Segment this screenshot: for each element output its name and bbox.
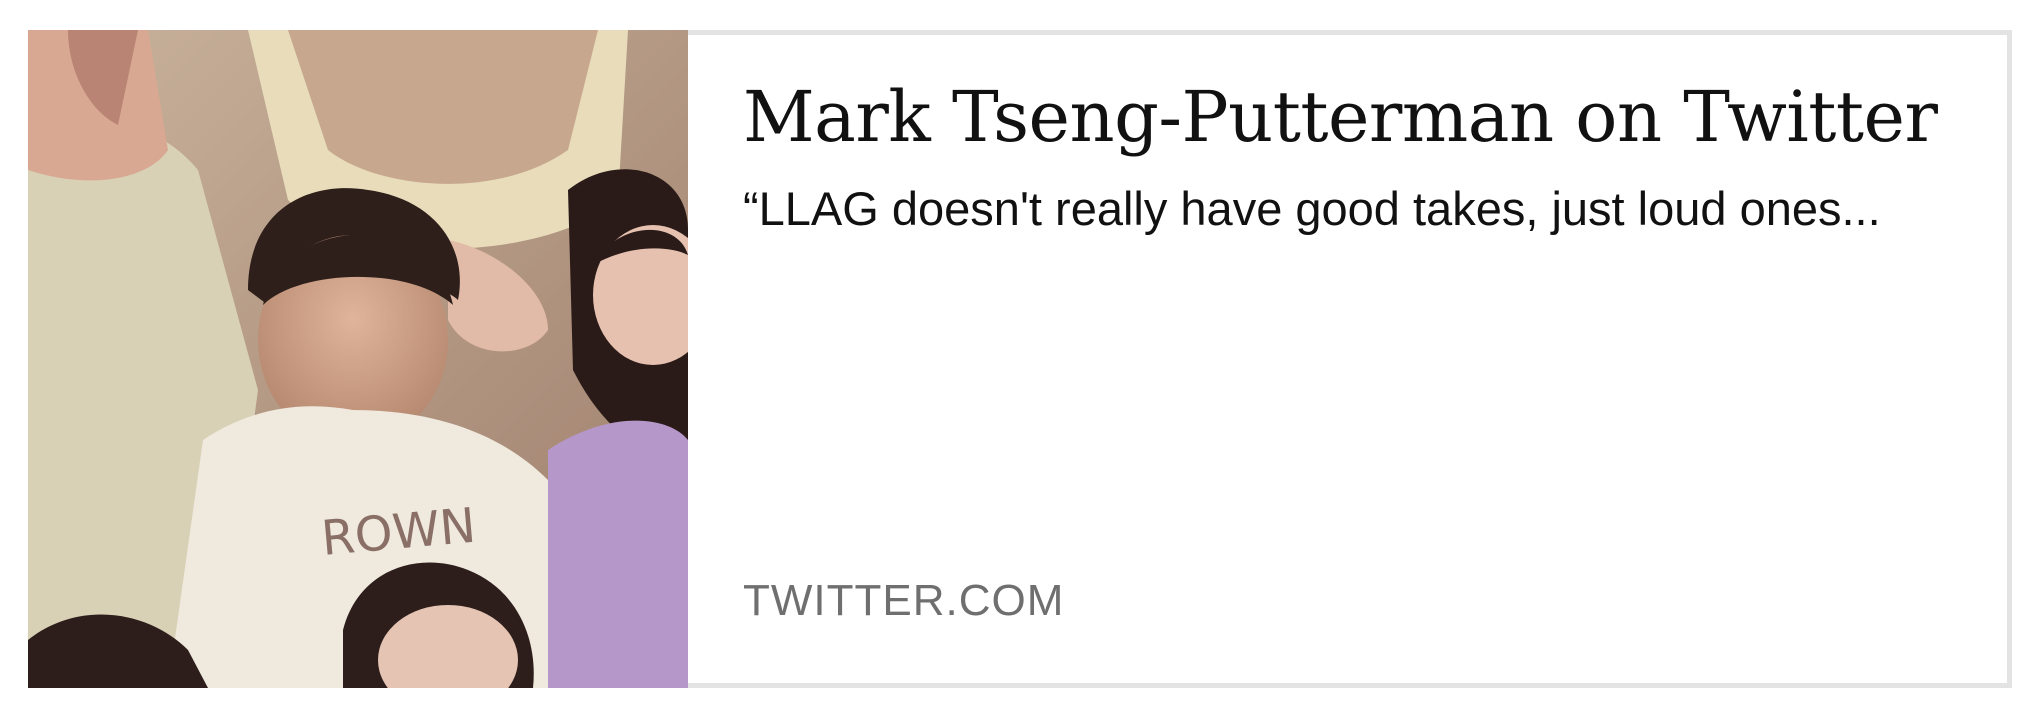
preview-text: Mark Tseng-Putterman on Twitter “LLAG do… (743, 75, 1967, 643)
preview-domain: TWITTER.COM (743, 576, 1065, 625)
preview-thumbnail-image[interactable]: ROWN (28, 30, 688, 688)
preview-description: “LLAG doesn't really have good takes, ju… (743, 182, 1881, 235)
link-preview-card[interactable]: ROWN Mark Tseng-Putterman on Twitter “LL… (28, 30, 2012, 688)
photo-thumbnail: ROWN (28, 30, 688, 688)
preview-title[interactable]: Mark Tseng-Putterman on Twitter (743, 75, 1967, 159)
